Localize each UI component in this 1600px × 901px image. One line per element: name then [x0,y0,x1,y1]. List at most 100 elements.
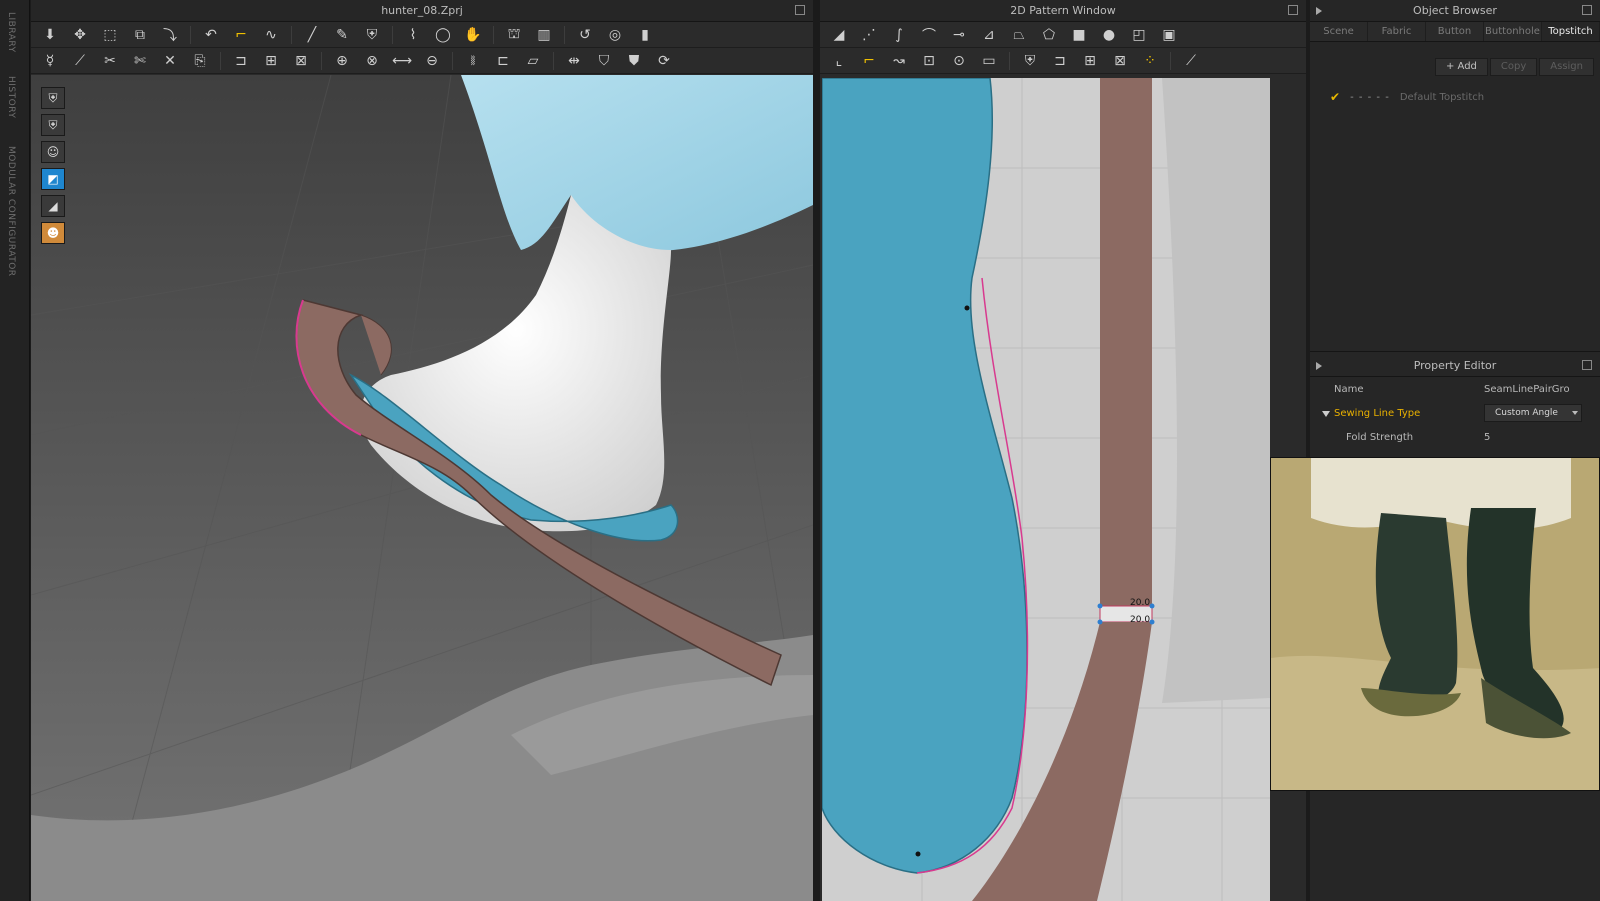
measure-icon[interactable]: ⟷ [389,50,415,72]
circle-icon[interactable]: ● [1096,24,1122,46]
cut-icon[interactable]: ✄ [127,50,153,72]
brush-icon[interactable]: ⌇ [400,24,426,46]
points-icon[interactable]: ⁘ [1137,50,1163,72]
collapse-icon[interactable] [1316,7,1322,15]
hand-icon[interactable]: ✋ [460,24,486,46]
free-sewing-icon[interactable]: ↝ [886,50,912,72]
tab-fabric[interactable]: Fabric [1368,22,1426,41]
loop-icon[interactable]: ◎ [602,24,628,46]
measure-2d-icon[interactable]: ⟋ [1178,50,1204,72]
grid-sew-icon[interactable]: ⊞ [258,50,284,72]
avatar-skin-icon[interactable]: ☻ [41,222,65,244]
assign-button[interactable]: Assign [1539,58,1594,76]
tab-button[interactable]: Button [1426,22,1484,41]
copy-button[interactable]: Copy [1489,58,1538,76]
segment-sewing-icon[interactable]: ⌐ [856,50,882,72]
select-mesh-icon[interactable]: ⬇ [37,24,63,46]
stitch-2d-icon[interactable]: ⊞ [1077,50,1103,72]
property-value-name[interactable]: SeamLinePairGro [1484,384,1570,395]
tape-2d-icon[interactable]: ⊐ [1047,50,1073,72]
tab-buttonhole[interactable]: Buttonhole [1484,22,1542,41]
sculpt-icon[interactable]: ✎ [329,24,355,46]
pattern-point-bottom[interactable] [915,851,921,857]
library-tab[interactable]: LIBRARY [6,12,16,53]
refresh-icon[interactable]: ⟳ [651,50,677,72]
weave-icon[interactable]: ⊠ [288,50,314,72]
sewing-line-type-dropdown[interactable]: Custom Angle [1484,404,1582,422]
add-button[interactable]: + Add [1434,58,1488,76]
tab-topstitch[interactable]: Topstitch [1542,22,1600,41]
fold-icon[interactable]: ↶ [198,24,224,46]
property-section-sewing-line-type[interactable]: Sewing Line Type Custom Angle [1310,401,1600,425]
collapse-icon-prop[interactable] [1316,362,1322,370]
list-item[interactable]: ✔ - - - - - Default Topstitch [1310,76,1600,104]
seam-allowance-icon[interactable]: ⌞ [826,50,852,72]
jacket-icon[interactable]: ⛉ [591,50,617,72]
lock-icon[interactable]: ⊖ [419,50,445,72]
transform-icon[interactable]: ⧉ [127,24,153,46]
strip-point[interactable] [1149,603,1155,609]
zipper-icon[interactable]: ⧚ [460,50,486,72]
edit-pattern-icon[interactable]: ⌐ [228,24,254,46]
clone-icon[interactable]: ⎘ [187,50,213,72]
add-point-icon[interactable]: ⊸ [946,24,972,46]
expand-triangle-icon[interactable] [1322,410,1330,417]
avatar-view-icon[interactable]: ☺ [41,141,65,163]
curve-icon[interactable]: ∿ [258,24,284,46]
internal-rect-icon[interactable]: ▣ [1156,24,1182,46]
edit-sewing-icon[interactable]: ⊡ [916,50,942,72]
plane-icon[interactable]: ▱ [520,50,546,72]
shorts-icon[interactable]: ▥ [531,24,557,46]
tab-scene[interactable]: Scene [1310,22,1368,41]
box-select-icon[interactable]: ⬚ [97,24,123,46]
shade-view-icon[interactable]: ◢ [41,195,65,217]
rotate-icon[interactable]: ↺ [572,24,598,46]
texture-view-icon[interactable]: ◩ [41,168,65,190]
line-icon[interactable]: ╱ [299,24,325,46]
button-icon[interactable]: ⊕ [329,50,355,72]
garment-icon[interactable]: ⛫ [501,24,527,46]
ruler-icon[interactable]: ⊏ [490,50,516,72]
strip-point[interactable] [1097,603,1103,609]
rectangle-icon[interactable]: ■ [1066,24,1092,46]
fold-strength-value[interactable]: 5 [1484,432,1490,443]
pattern-point[interactable] [964,305,970,311]
transform-pattern-icon[interactable]: ◢ [826,24,852,46]
split-icon[interactable]: ✕ [157,50,183,72]
strip-point[interactable] [1097,619,1103,625]
popout-icon[interactable] [795,5,805,15]
garment-view-icon[interactable]: ⛨ [41,87,65,109]
edit-curve-icon[interactable]: ∫ [886,24,912,46]
iron-icon[interactable]: ▭ [976,50,1002,72]
modular-configurator-tab[interactable]: MODULAR CONFIGURATOR [6,146,16,277]
internal-polygon-icon[interactable]: ◰ [1126,24,1152,46]
pattern-garment-icon[interactable]: ⛨ [1017,50,1043,72]
shirt-tool-icon[interactable]: ⛨ [359,24,385,46]
pin-icon[interactable]: ⤵ [157,24,183,46]
buttonhole-icon[interactable]: ⊗ [359,50,385,72]
bar-icon[interactable]: ▮ [632,24,658,46]
history-tab[interactable]: HISTORY [6,76,16,118]
popout-icon-2d[interactable] [1288,5,1298,15]
ring-icon[interactable]: ◯ [430,24,456,46]
popout-icon-prop[interactable] [1582,360,1592,370]
arrange-icon[interactable]: ⇹ [561,50,587,72]
curvature-icon[interactable]: ⌒ [916,24,942,46]
garment-solid-icon[interactable]: ⛨ [41,114,65,136]
move-icon[interactable]: ✥ [67,24,93,46]
edit-point-icon[interactable]: ⋰ [856,24,882,46]
check-sewing-icon[interactable]: ⊙ [946,50,972,72]
strip-point[interactable] [1149,619,1155,625]
polygon-icon[interactable]: ⬠ [1036,24,1062,46]
3d-viewport[interactable]: ⛨ ⛨ ☺ ◩ ◢ ☻ [31,75,813,901]
2d-viewport[interactable]: 20.0 20.0 [822,78,1270,901]
coat-icon[interactable]: ⛊ [621,50,647,72]
dart-icon[interactable]: ⏢ [1006,24,1032,46]
sew-icon[interactable]: ✂ [97,50,123,72]
avatar-pose-icon[interactable]: ☿ [37,50,63,72]
weave-2d-icon[interactable]: ⊠ [1107,50,1133,72]
popout-icon-browser[interactable] [1582,5,1592,15]
rectangle-edge-icon[interactable]: ⊿ [976,24,1002,46]
tape-icon[interactable]: ⊐ [228,50,254,72]
knife-icon[interactable]: ⟋ [67,50,93,72]
